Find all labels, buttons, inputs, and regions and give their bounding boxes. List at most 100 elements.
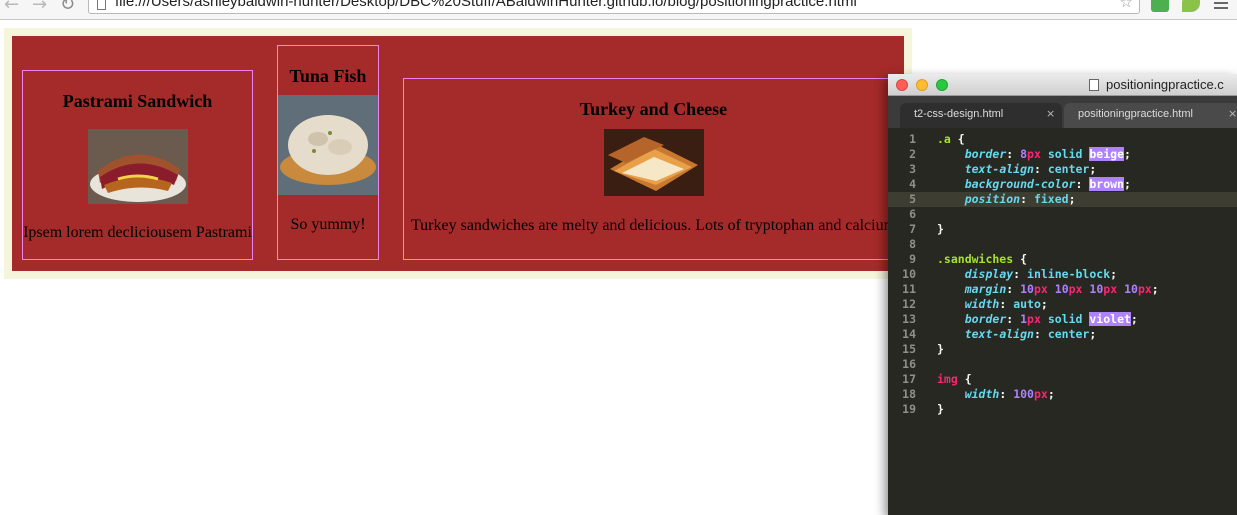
code-token: solid xyxy=(1040,147,1090,161)
code-token: .sandwiches xyxy=(937,252,1014,266)
code-line[interactable]: 7} xyxy=(888,222,1237,237)
code-token: : xyxy=(1033,162,1048,176)
code-line[interactable]: 10 display: inline-block; xyxy=(888,267,1237,282)
code-token: px xyxy=(1033,282,1048,296)
code-token: inline-block xyxy=(1027,267,1111,281)
code-token: : xyxy=(1006,147,1021,161)
code-line[interactable]: 16 xyxy=(888,357,1237,372)
line-number: 14 xyxy=(902,327,916,341)
line-number: 13 xyxy=(902,312,916,326)
code-line[interactable]: 18 width: 100px; xyxy=(888,387,1237,402)
window-title: positioningpractice.c xyxy=(1106,77,1224,92)
code-token: margin xyxy=(964,282,1007,296)
code-token: px xyxy=(1027,147,1041,161)
code-line[interactable]: 5 position: fixed; xyxy=(888,192,1237,207)
code-token: } xyxy=(937,222,944,236)
code-token: ; xyxy=(1110,267,1118,281)
code-line[interactable]: 19} xyxy=(888,402,1237,417)
code-line[interactable]: 9 .sandwiches { xyxy=(888,252,1237,267)
leaf-extension-icon[interactable] xyxy=(1182,0,1200,12)
browser-toolbar: ← → ↻ file:///Users/ashleybaldwin-hunter… xyxy=(0,0,1237,20)
code-line[interactable]: 6 xyxy=(888,207,1237,222)
sandwich-card-pastrami: Pastrami Sandwich Ipsem lorem declicious… xyxy=(22,70,253,260)
code-token: 8 xyxy=(1020,147,1028,161)
code-line[interactable]: 1 .a { xyxy=(888,132,1237,147)
code-line[interactable]: 15} xyxy=(888,342,1237,357)
sandwich-title: Tuna Fish xyxy=(289,66,367,86)
code-token: 1 xyxy=(1020,312,1028,326)
forward-arrow-icon[interactable]: → xyxy=(32,0,47,15)
code-token: : xyxy=(1020,192,1034,206)
tab-close-icon[interactable]: × xyxy=(1046,107,1055,120)
bookmark-star-icon[interactable]: ☆ xyxy=(1120,0,1133,11)
line-number: 1 xyxy=(909,132,916,146)
code-line[interactable]: 13 border: 1px solid violet; xyxy=(888,312,1237,327)
address-bar[interactable]: file:///Users/ashleybaldwin-hunter/Deskt… xyxy=(88,0,1140,14)
line-number: 10 xyxy=(902,267,916,281)
editor-tab-bar: t2-css-design.html × positioningpractice… xyxy=(888,96,1237,128)
code-token: ; xyxy=(1040,297,1048,311)
url-text: file:///Users/ashleybaldwin-hunter/Deskt… xyxy=(115,0,857,10)
line-number: 2 xyxy=(909,147,916,161)
code-token: .a xyxy=(937,132,951,146)
tab-close-icon[interactable]: × xyxy=(1228,107,1237,120)
code-token: ; xyxy=(1089,327,1097,341)
line-number: 12 xyxy=(902,297,916,311)
turkey-and-cheese-photo xyxy=(603,129,704,196)
code-token: { xyxy=(950,132,965,146)
code-line[interactable]: 12 width: auto; xyxy=(888,297,1237,312)
document-icon xyxy=(1089,79,1099,91)
tab-t2-css-design[interactable]: t2-css-design.html × xyxy=(900,103,1062,128)
code-token: auto xyxy=(1013,297,1041,311)
tuna-fish-photo xyxy=(278,95,378,195)
code-editor-window: positioningpractice.c t2-css-design.html… xyxy=(888,74,1237,515)
pastrami-sandwich-photo xyxy=(87,129,188,204)
code-line[interactable]: 11 margin: 10px 10px 10px 10px; xyxy=(888,282,1237,297)
minimize-window-button[interactable] xyxy=(916,79,928,91)
code-token: ; xyxy=(1047,387,1055,401)
code-line[interactable]: 4 background-color: brown; xyxy=(888,177,1237,192)
code-token: } xyxy=(937,402,944,416)
code-token: text-align xyxy=(964,327,1034,341)
code-text: } xyxy=(937,222,944,237)
page-container: Pastrami Sandwich Ipsem lorem declicious… xyxy=(4,28,912,279)
line-number: 9 xyxy=(909,252,916,266)
back-arrow-icon[interactable]: ← xyxy=(4,0,19,15)
code-token: position xyxy=(964,192,1021,206)
code-area[interactable]: 1 .a {2 border: 8px solid beige; 3 text-al… xyxy=(888,132,1237,417)
code-token: width xyxy=(964,387,1000,401)
code-token: brown xyxy=(1089,177,1124,191)
close-window-button[interactable] xyxy=(896,79,908,91)
code-line[interactable]: 3 text-align: center; xyxy=(888,162,1237,177)
zoom-window-button[interactable] xyxy=(936,79,948,91)
code-token: 10 xyxy=(1020,282,1034,296)
code-token: 10 xyxy=(1124,282,1138,296)
reload-icon[interactable]: ↻ xyxy=(60,0,75,15)
code-line[interactable]: 2 border: 8px solid beige; xyxy=(888,147,1237,162)
line-number: 7 xyxy=(909,222,916,236)
code-line[interactable]: 8 xyxy=(888,237,1237,252)
code-token: img xyxy=(937,372,958,386)
menu-icon[interactable] xyxy=(1214,0,1228,12)
line-number: 18 xyxy=(902,387,916,401)
sandwich-card-tuna: Tuna Fish So yummy! xyxy=(277,45,379,260)
page-icon xyxy=(97,0,106,10)
code-token: beige xyxy=(1089,147,1124,161)
extension-icon[interactable] xyxy=(1151,0,1169,12)
code-line[interactable]: 17 img { xyxy=(888,372,1237,387)
code-token: 10 xyxy=(1089,282,1104,296)
line-number: 16 xyxy=(902,357,916,371)
code-line[interactable]: 14 text-align: center; xyxy=(888,327,1237,342)
code-token: border xyxy=(964,312,1007,326)
code-token: { xyxy=(1013,252,1028,266)
code-token: px xyxy=(1103,282,1118,296)
tab-positioningpractice[interactable]: positioningpractice.html × xyxy=(1064,103,1237,128)
line-number: 6 xyxy=(909,207,916,221)
code-text: display: inline-block; xyxy=(937,267,1117,282)
line-number: 15 xyxy=(902,342,916,356)
